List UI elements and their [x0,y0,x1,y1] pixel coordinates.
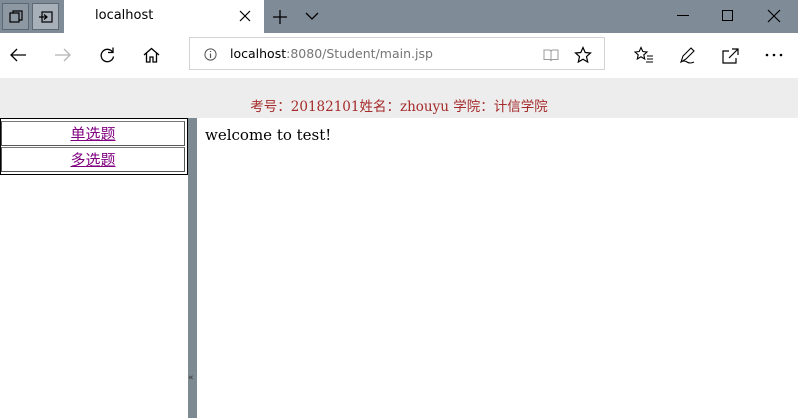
set-aside-tabs-icon [39,10,53,23]
forward-button[interactable] [52,44,74,66]
navigation-bar: localhost:8080/Student/main.jsp [0,33,798,78]
pen-icon [680,47,695,64]
refresh-icon [100,47,114,62]
favorites-button[interactable] [633,44,655,66]
address-bar[interactable]: localhost:8080/Student/main.jsp [189,37,605,70]
menu-frame: 单选题 多选题 [0,118,188,418]
new-tab-icon[interactable] [272,9,288,25]
back-button[interactable] [7,44,29,66]
active-tab[interactable]: localhost [64,0,264,33]
share-icon [721,47,739,64]
url-text[interactable]: localhost:8080/Student/main.jsp [230,46,433,61]
student-info: 考号：20182101姓名：zhouyu 学院：计信学院 [250,99,548,115]
url-path: :8080/Student/main.jsp [286,46,433,61]
main-frame: welcome to test! [197,118,798,418]
tab-preview-icon [8,9,23,23]
more-button[interactable] [763,44,785,66]
menu-item-single-choice: 单选题 [1,121,185,146]
url-host: localhost [230,46,287,61]
info-icon[interactable] [204,48,217,61]
menu-table: 单选题 多选题 [0,118,188,175]
reading-view-icon[interactable] [543,48,559,62]
more-icon [765,53,783,57]
tab-title: localhost [95,8,154,23]
maximize-icon[interactable] [722,10,733,21]
chevron-down-icon[interactable] [305,11,319,21]
close-icon[interactable] [238,9,252,23]
collapse-arrow-icon[interactable]: « [188,373,194,383]
refresh-button[interactable] [96,44,118,66]
menu-item-multiple-choice: 多选题 [1,147,185,172]
multiple-choice-link[interactable]: 多选题 [70,151,115,169]
favorites-icon [634,46,653,63]
share-button[interactable] [719,44,741,66]
home-button[interactable] [140,44,162,66]
title-bar: localhost [0,0,798,33]
single-choice-link[interactable]: 单选题 [70,125,115,143]
frame-splitter[interactable]: « [188,118,197,418]
back-icon [10,48,26,62]
minimize-icon[interactable] [677,15,689,16]
notes-button[interactable] [676,44,698,66]
set-aside-tabs-button[interactable] [32,3,59,30]
home-icon [143,47,159,63]
welcome-text: welcome to test! [205,126,332,144]
star-icon[interactable] [574,46,592,64]
header-frame: 考号：20182101姓名：zhouyu 学院：计信学院 [0,78,798,118]
forward-icon [55,48,71,62]
close-window-icon[interactable] [767,9,781,23]
tab-preview-button[interactable] [2,3,29,30]
